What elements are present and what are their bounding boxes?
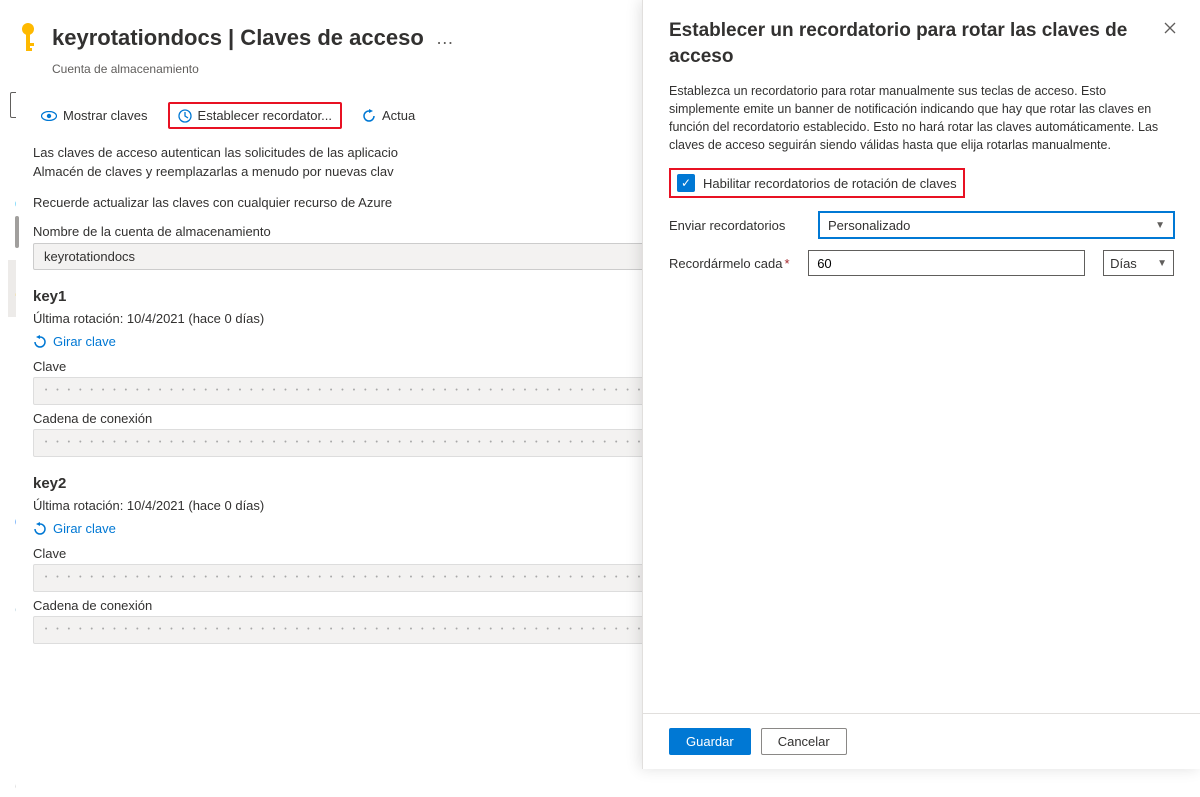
sidebar-item[interactable]: 🛡Seguridad — [8, 402, 16, 430]
enable-reminder-label: Habilitar recordatorios de rotación de c… — [703, 176, 957, 191]
sidebar-item[interactable]: ⳽Firma de acceso compartido — [8, 317, 16, 374]
flyout-description: Establezca un recordatorio para rotar ma… — [669, 82, 1174, 154]
rotate-icon — [33, 335, 47, 349]
flyout-title: Establecer un recordatorio para rotar la… — [669, 18, 1174, 70]
close-button[interactable] — [1158, 16, 1182, 40]
rotate-key-label: Girar clave — [53, 334, 116, 349]
enable-reminder-checkbox[interactable]: ✓ — [677, 174, 695, 192]
sidebar-item[interactable]: 🛡Protección de datos — [8, 543, 16, 585]
sidebar-item[interactable]: 🔗Replicación de objetos — [8, 585, 16, 627]
sidebar-item[interactable]: 🖥Sitio web estático — [8, 669, 16, 726]
sidebar-item[interactable]: 🔒Cifrado — [8, 374, 16, 402]
remind-unit-select[interactable]: Días ▼ — [1103, 250, 1174, 276]
set-reminder-label: Establecer recordator... — [198, 108, 332, 123]
refresh-button[interactable]: Actua — [354, 104, 423, 127]
rotate-icon — [33, 522, 47, 536]
refresh-label: Actua — [382, 108, 415, 123]
sidebar-item[interactable]: 🔍Búsqueda de Azure — [8, 768, 16, 797]
chevron-down-icon: ▼ — [1155, 220, 1165, 231]
show-keys-button[interactable]: Mostrar claves — [33, 104, 156, 127]
sidebar-item[interactable]: 🌐Redes — [8, 190, 16, 218]
send-reminders-label: Enviar recordatorios — [669, 218, 801, 233]
sidebar-section-header: Administración de datos — [8, 439, 16, 501]
scrollbar-thumb[interactable] — [15, 216, 19, 248]
page-title: keyrotationdocs | Claves de acceso — [52, 25, 424, 51]
remind-every-input[interactable] — [808, 250, 1085, 276]
cancel-button[interactable]: Cancelar — [761, 728, 847, 755]
reminder-flyout: Establecer un recordatorio para rotar la… — [642, 0, 1200, 769]
clock-icon — [178, 109, 192, 123]
chevron-down-icon: ▼ — [1157, 258, 1167, 269]
set-reminder-button[interactable]: Establecer recordator... — [168, 102, 342, 129]
sidebar-item[interactable]: ♻Administración del ciclo de v... — [8, 726, 16, 768]
sidebar-section-header: Seguridad y redes — [8, 128, 16, 190]
close-icon — [1164, 22, 1176, 34]
show-keys-label: Mostrar claves — [63, 108, 148, 123]
save-button[interactable]: Guardar — [669, 728, 751, 755]
send-reminders-select[interactable]: Personalizado ▼ — [819, 212, 1174, 238]
remind-every-label: Recordármelo cada* — [669, 256, 790, 271]
eye-icon — [41, 111, 57, 121]
sidebar-item[interactable]: 📋Inventario de blobs — [8, 627, 16, 669]
rotate-key-label: Girar clave — [53, 521, 116, 536]
sidebar: 🔍 « Seguridad y redes🌐Redes☁Azure CDN🔑Cl… — [0, 88, 16, 797]
refresh-icon — [362, 109, 376, 123]
sidebar-item[interactable]: 🔑Claves de acceso — [8, 260, 16, 317]
sidebar-item[interactable]: 🌍Replicación geográfica — [8, 501, 16, 543]
remind-unit-value: Días — [1110, 256, 1137, 271]
send-reminders-value: Personalizado — [828, 218, 910, 233]
key-icon — [14, 18, 42, 58]
more-menu-button[interactable]: … — [436, 28, 456, 49]
enable-reminder-row: ✓ Habilitar recordatorios de rotación de… — [669, 168, 965, 198]
